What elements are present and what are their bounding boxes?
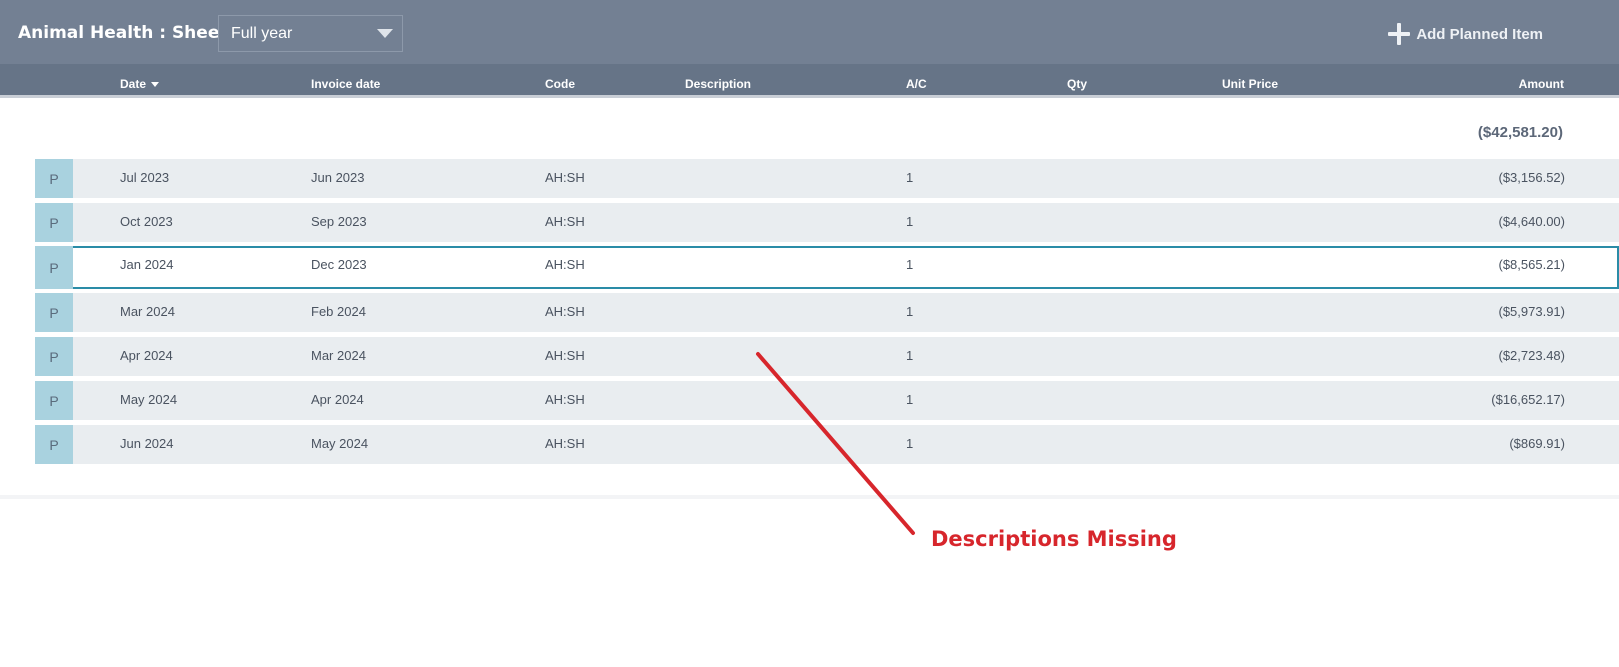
cell-code: AH:SH <box>545 348 585 363</box>
cell-invoice-date: Feb 2024 <box>311 304 366 319</box>
cell-ac: 1 <box>906 257 914 272</box>
cell-date: Oct 2023 <box>120 214 173 229</box>
column-header-ac[interactable]: A/C <box>906 77 927 91</box>
cell-invoice-date: May 2024 <box>311 436 369 451</box>
cell-code: AH:SH <box>545 170 585 185</box>
cell-amount: ($16,652.17) <box>1491 392 1565 407</box>
column-header-date-label: Date <box>120 77 147 91</box>
cell-code: AH:SH <box>545 304 585 319</box>
chevron-down-icon <box>377 29 393 38</box>
cell-code: AH:SH <box>545 214 585 229</box>
column-header-description[interactable]: Description <box>685 77 751 91</box>
planned-badge: P <box>35 203 73 242</box>
table-row[interactable]: P Jul 2023 Jun 2023 AH:SH 1 ($3,156.52) <box>35 159 1619 198</box>
cell-date: May 2024 <box>120 392 178 407</box>
cell-amount: ($2,723.48) <box>1498 348 1566 363</box>
column-header-unit-price[interactable]: Unit Price <box>1222 77 1278 91</box>
annotation-label: Descriptions Missing <box>931 527 1177 551</box>
cell-amount: ($3,156.52) <box>1498 170 1566 185</box>
planned-badge: P <box>35 293 73 332</box>
annotation-arrow <box>756 352 915 535</box>
sort-desc-icon <box>151 82 160 88</box>
table-row-selected[interactable]: P Jan 2024 Dec 2023 AH:SH 1 ($8,565.21) <box>35 246 1619 289</box>
period-dropdown[interactable]: Full year <box>218 15 403 52</box>
cell-amount: ($5,973.91) <box>1498 304 1566 319</box>
cell-date: Jan 2024 <box>120 257 174 272</box>
top-bar: Animal Health : Sheep Full year Add Plan… <box>0 0 1619 64</box>
cell-date: Mar 2024 <box>120 304 175 319</box>
cell-ac: 1 <box>906 170 914 185</box>
cell-amount: ($869.91) <box>1509 436 1565 451</box>
cell-code: AH:SH <box>545 436 585 451</box>
cell-ac: 1 <box>906 304 914 319</box>
planned-badge: P <box>35 337 73 376</box>
column-header-date[interactable]: Date <box>120 77 160 91</box>
period-dropdown-value: Full year <box>231 25 293 42</box>
cell-ac: 1 <box>906 214 914 229</box>
cell-date: Jun 2024 <box>120 436 174 451</box>
table-row[interactable]: P Mar 2024 Feb 2024 AH:SH 1 ($5,973.91) <box>35 293 1619 332</box>
cell-date: Jul 2023 <box>120 170 170 185</box>
column-header-invoice-date[interactable]: Invoice date <box>311 77 380 91</box>
cell-invoice-date: Dec 2023 <box>311 257 367 272</box>
planned-badge: P <box>35 159 73 198</box>
cell-date: Apr 2024 <box>120 348 173 363</box>
table-header: Date Invoice date Code Description A/C Q… <box>0 64 1619 98</box>
add-planned-item-button[interactable]: Add Planned Item <box>1388 22 1543 46</box>
table-row[interactable]: P Oct 2023 Sep 2023 AH:SH 1 ($4,640.00) <box>35 203 1619 242</box>
column-header-amount[interactable]: Amount <box>1519 77 1564 91</box>
total-amount: ($42,581.20) <box>1477 124 1563 141</box>
cell-amount: ($8,565.21) <box>1498 257 1566 272</box>
cell-invoice-date: Mar 2024 <box>311 348 366 363</box>
planned-badge: P <box>35 425 73 464</box>
plus-icon <box>1388 23 1411 45</box>
planned-badge: P <box>35 381 73 420</box>
cell-amount: ($4,640.00) <box>1498 214 1566 229</box>
cell-invoice-date: Apr 2024 <box>311 392 364 407</box>
planned-badge: P <box>35 246 73 289</box>
column-header-code[interactable]: Code <box>545 77 575 91</box>
page-title: Animal Health : Sheep <box>18 23 232 43</box>
column-header-qty[interactable]: Qty <box>1067 77 1087 91</box>
add-planned-item-label: Add Planned Item <box>1416 25 1543 43</box>
cell-invoice-date: Jun 2023 <box>311 170 365 185</box>
cell-code: AH:SH <box>545 392 585 407</box>
cell-invoice-date: Sep 2023 <box>311 214 367 229</box>
cell-code: AH:SH <box>545 257 585 272</box>
